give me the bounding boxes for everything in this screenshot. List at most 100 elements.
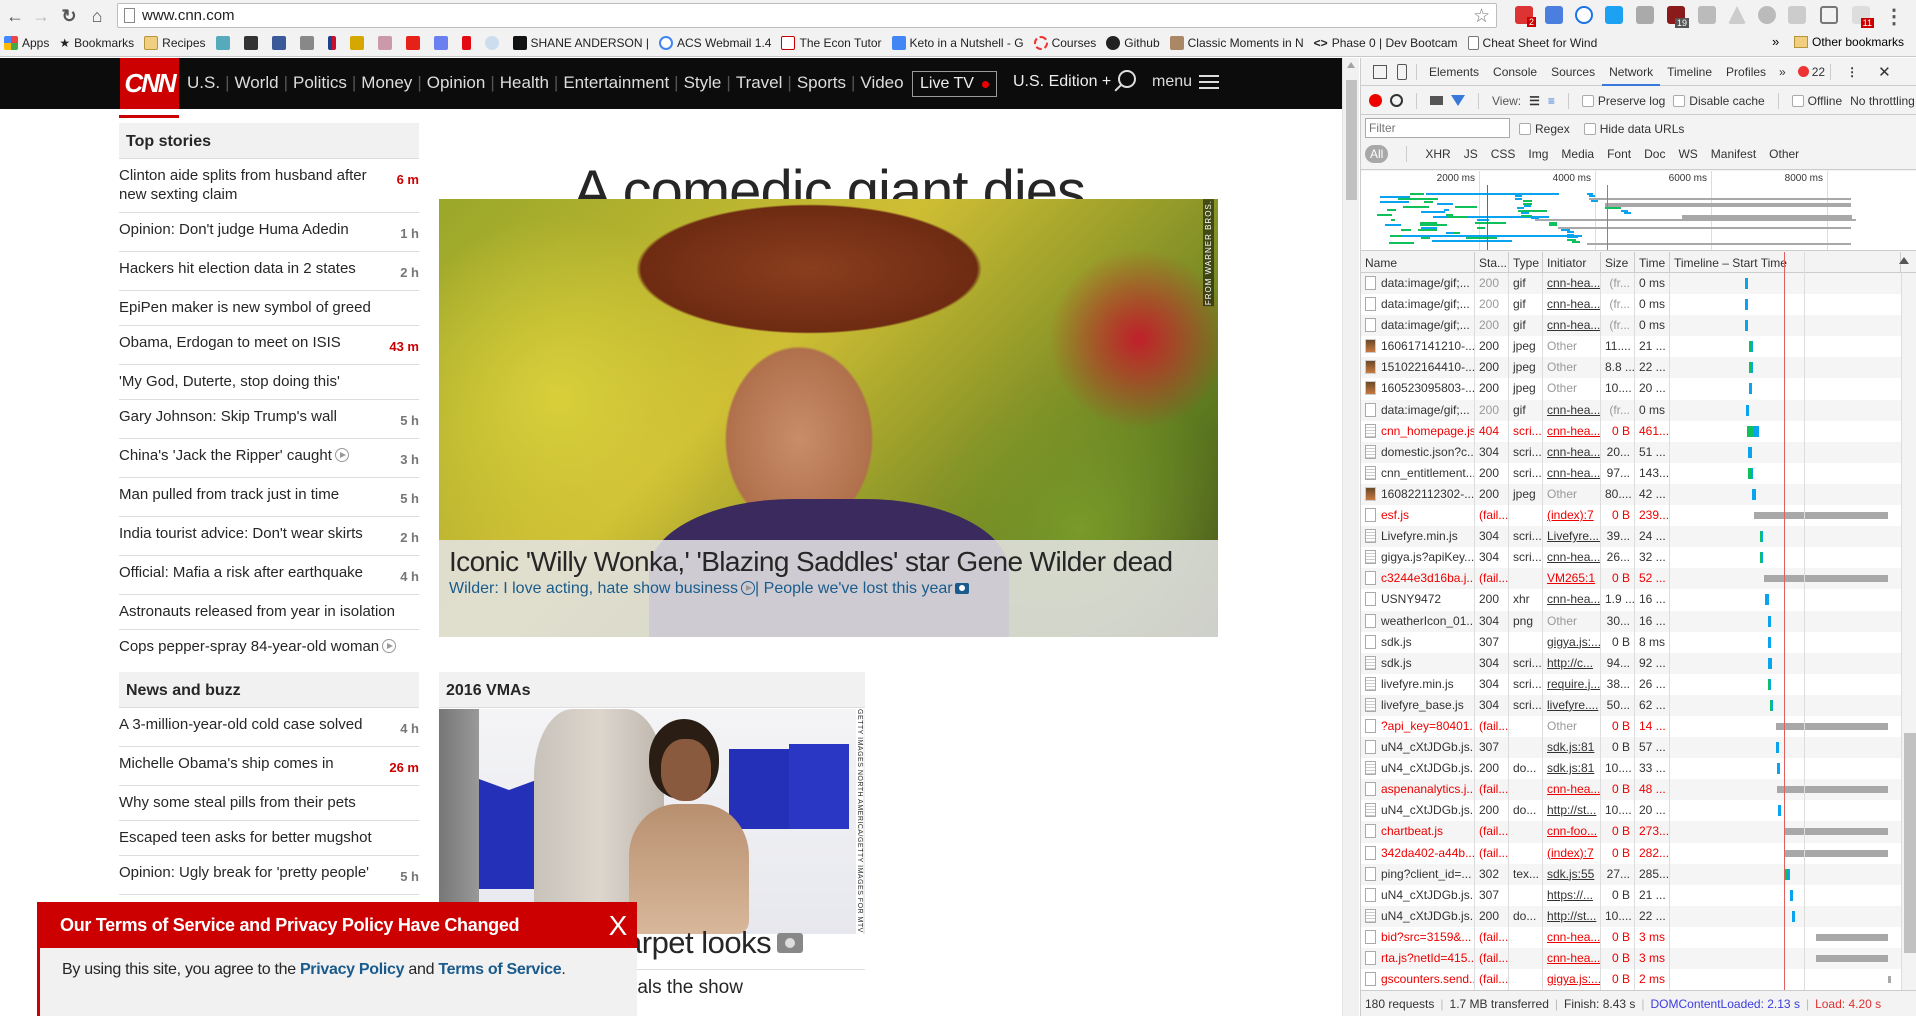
story-item[interactable]: Why some steal pills from their pets xyxy=(119,786,419,821)
story-item[interactable]: Opinion: Ugly break for 'pretty people' 5… xyxy=(119,856,419,895)
initiator-link[interactable]: gigya.js:... xyxy=(1547,635,1600,649)
edition-selector[interactable]: U.S. Edition + xyxy=(1013,73,1111,91)
network-request-row[interactable]: livefyre.min.js 304 scri... require.j... 38.… xyxy=(1361,673,1901,695)
bookmark-shane[interactable]: SHANE ANDERSON | xyxy=(512,36,649,50)
network-request-row[interactable]: domestic.json?c... 304 scri... cnn-hea... 20… xyxy=(1361,441,1901,463)
initiator-link[interactable]: cnn-hea... xyxy=(1547,424,1600,438)
initiator-link[interactable]: sdk.js:81 xyxy=(1547,740,1594,754)
vma-caption-link[interactable]: carpet looks xyxy=(610,925,804,961)
ext-icon[interactable] xyxy=(1788,6,1806,24)
initiator-link[interactable]: cnn-hea... xyxy=(1547,445,1600,459)
initiator-link[interactable]: gigya.js:... xyxy=(1547,972,1600,986)
chrome-menu-icon[interactable]: ⋮ xyxy=(1884,4,1904,29)
network-request-row[interactable]: aspenanalytics.j... (fail... cnn-hea... 0 B… xyxy=(1361,779,1901,801)
network-request-row[interactable]: 160523095803-... 200 jpeg Other 10.... 20 ... xyxy=(1361,378,1901,400)
story-item[interactable]: Astronauts released from year in isolati… xyxy=(119,595,419,630)
bookmark-icon-5[interactable] xyxy=(377,36,396,50)
network-request-row[interactable]: ?api_key=80401... (fail... Other 0 B 14 ... xyxy=(1361,715,1901,738)
nav-item-sports[interactable]: Sports xyxy=(797,73,846,93)
terms-of-service-link[interactable]: Terms of Service xyxy=(438,961,561,978)
story-link[interactable]: China's 'Jack the Ripper' caught xyxy=(119,446,349,465)
column-header-5[interactable]: Time xyxy=(1635,252,1670,272)
network-request-row[interactable]: cnn_entitlement... 200 scri... cnn-hea... 97… xyxy=(1361,462,1901,484)
initiator-link[interactable]: livefyre.... xyxy=(1547,698,1598,712)
nav-item-politics[interactable]: Politics xyxy=(293,73,347,93)
initiator-link[interactable]: http://c... xyxy=(1547,656,1593,670)
initiator-link[interactable]: Livefyre.... xyxy=(1547,529,1600,543)
story-item[interactable]: Opinion: Don't judge Huma Adedin 1 h xyxy=(119,213,419,252)
bookmark-nba[interactable] xyxy=(327,36,340,50)
type-filter-doc[interactable]: Doc xyxy=(1644,147,1665,161)
column-header-4[interactable]: Size xyxy=(1601,252,1635,272)
nav-item-style[interactable]: Style xyxy=(684,73,722,93)
story-link[interactable]: Why some steal pills from their pets xyxy=(119,793,356,812)
story-link[interactable]: Opinion: Don't judge Huma Adedin xyxy=(119,220,349,239)
bookmark-icon-1[interactable] xyxy=(215,36,234,50)
initiator-link[interactable]: cnn-hea... xyxy=(1547,951,1600,965)
story-link[interactable]: A 3-million-year-old cold case solved xyxy=(119,715,362,734)
nav-item-travel[interactable]: Travel xyxy=(736,73,783,93)
type-filter-ws[interactable]: WS xyxy=(1678,147,1697,161)
related-link-gallery[interactable]: People we've lost this year xyxy=(764,580,969,597)
initiator-link[interactable]: require.j... xyxy=(1547,677,1600,691)
type-filter-js[interactable]: JS xyxy=(1464,147,1478,161)
bookmark-econ[interactable]: The Econ Tutor xyxy=(781,36,882,50)
plus-extension-icon[interactable] xyxy=(1758,6,1776,24)
story-link[interactable]: Official: Mafia a risk after earthquake xyxy=(119,563,363,582)
related-link-video[interactable]: Wilder: I love acting, hate show busines… xyxy=(449,580,756,597)
story-item[interactable]: Escaped teen asks for better mugshot xyxy=(119,821,419,856)
network-request-row[interactable]: Livefyre.min.js 304 scri... Livefyre.... 39.… xyxy=(1361,526,1901,548)
initiator-link[interactable]: sdk.js:55 xyxy=(1547,867,1594,881)
nav-item-entertainment[interactable]: Entertainment xyxy=(563,73,669,93)
story-link[interactable]: Escaped teen asks for better mugshot xyxy=(119,828,372,847)
bookmark-recipes[interactable]: Recipes xyxy=(144,36,206,50)
bookmark-keto[interactable]: Keto in a Nutshell - G xyxy=(891,36,1024,50)
story-link[interactable]: Cops pepper-spray 84-year-old woman xyxy=(119,637,397,656)
bookmark-icon-4[interactable] xyxy=(349,36,368,50)
initiator-link[interactable]: cnn-hea... xyxy=(1547,592,1600,606)
translate-extension-icon[interactable] xyxy=(1545,6,1563,24)
twitter-extension-icon[interactable] xyxy=(1605,6,1623,24)
css-extension-icon[interactable] xyxy=(1698,6,1716,24)
forward-button[interactable]: → xyxy=(30,6,52,27)
network-request-row[interactable]: ping?client_id=... 302 tex... sdk.js:55 27..… xyxy=(1361,863,1901,885)
story-link[interactable]: Clinton aide splits from husband after n… xyxy=(119,166,397,204)
bookmark-classic[interactable]: Classic Moments in N xyxy=(1169,36,1304,50)
story-link[interactable]: Obama, Erdogan to meet on ISIS xyxy=(119,333,341,352)
address-bar[interactable]: www.cnn.com ☆ xyxy=(117,3,1497,28)
initiator-link[interactable]: cnn-hea... xyxy=(1547,466,1600,480)
story-link[interactable]: Hackers hit election data in 2 states xyxy=(119,259,356,278)
network-request-row[interactable]: esf.js (fail... (index):7 0 B 239... xyxy=(1361,505,1901,527)
scrollbar-thumb[interactable] xyxy=(1346,80,1357,200)
cnn-logo[interactable]: CNN xyxy=(120,58,179,109)
large-rows-icon[interactable]: ☰ xyxy=(1529,94,1540,108)
story-item[interactable]: A 3-million-year-old cold case solved 4 h xyxy=(119,708,419,747)
bookmarks-overflow-button[interactable]: » xyxy=(1772,34,1779,49)
tab-elements[interactable]: Elements xyxy=(1422,58,1486,86)
bookmark-github[interactable]: Github xyxy=(1106,36,1160,50)
url-text[interactable]: www.cnn.com xyxy=(142,7,235,24)
story-item[interactable]: Official: Mafia a risk after earthquake 4… xyxy=(119,556,419,595)
initiator-link[interactable]: cnn-hea... xyxy=(1547,318,1600,332)
network-scrollbar[interactable] xyxy=(1901,273,1916,990)
nav-item-opinion[interactable]: Opinion xyxy=(427,73,486,93)
initiator-link[interactable]: cnn-hea... xyxy=(1547,550,1600,564)
bookmark-youtube[interactable] xyxy=(405,36,424,50)
story-link[interactable]: 'My God, Duterte, stop doing this' xyxy=(119,372,340,391)
tab-sources[interactable]: Sources xyxy=(1544,58,1602,86)
network-request-row[interactable]: weatherIcon_01.... 304 png Other 30... 16 ... xyxy=(1361,610,1901,632)
reload-button[interactable]: ↻ xyxy=(58,6,80,27)
initiator-link[interactable]: VM265:1 xyxy=(1547,571,1595,585)
network-request-row[interactable]: uN4_cXtJDGb.js... 200 do... http://st... 10.… xyxy=(1361,905,1901,927)
nav-item-video[interactable]: Video xyxy=(860,73,903,93)
device-mode-icon[interactable] xyxy=(1397,63,1407,80)
column-header-6[interactable]: Timeline – Start Time xyxy=(1670,252,1901,272)
bookmark-cheatsheet[interactable]: Cheat Sheet for Wind xyxy=(1467,36,1597,50)
column-header-2[interactable]: Type xyxy=(1509,252,1543,272)
clear-icon[interactable] xyxy=(1390,94,1403,107)
story-link[interactable]: Astronauts released from year in isolati… xyxy=(119,602,395,621)
story-link[interactable]: EpiPen maker is new symbol of greed xyxy=(119,298,371,317)
network-request-row[interactable]: gscounters.send... (fail... gigya.js:... 0 … xyxy=(1361,969,1901,990)
story-link[interactable]: Gary Johnson: Skip Trump's wall xyxy=(119,407,337,426)
close-devtools-icon[interactable]: ✕ xyxy=(1878,63,1891,81)
